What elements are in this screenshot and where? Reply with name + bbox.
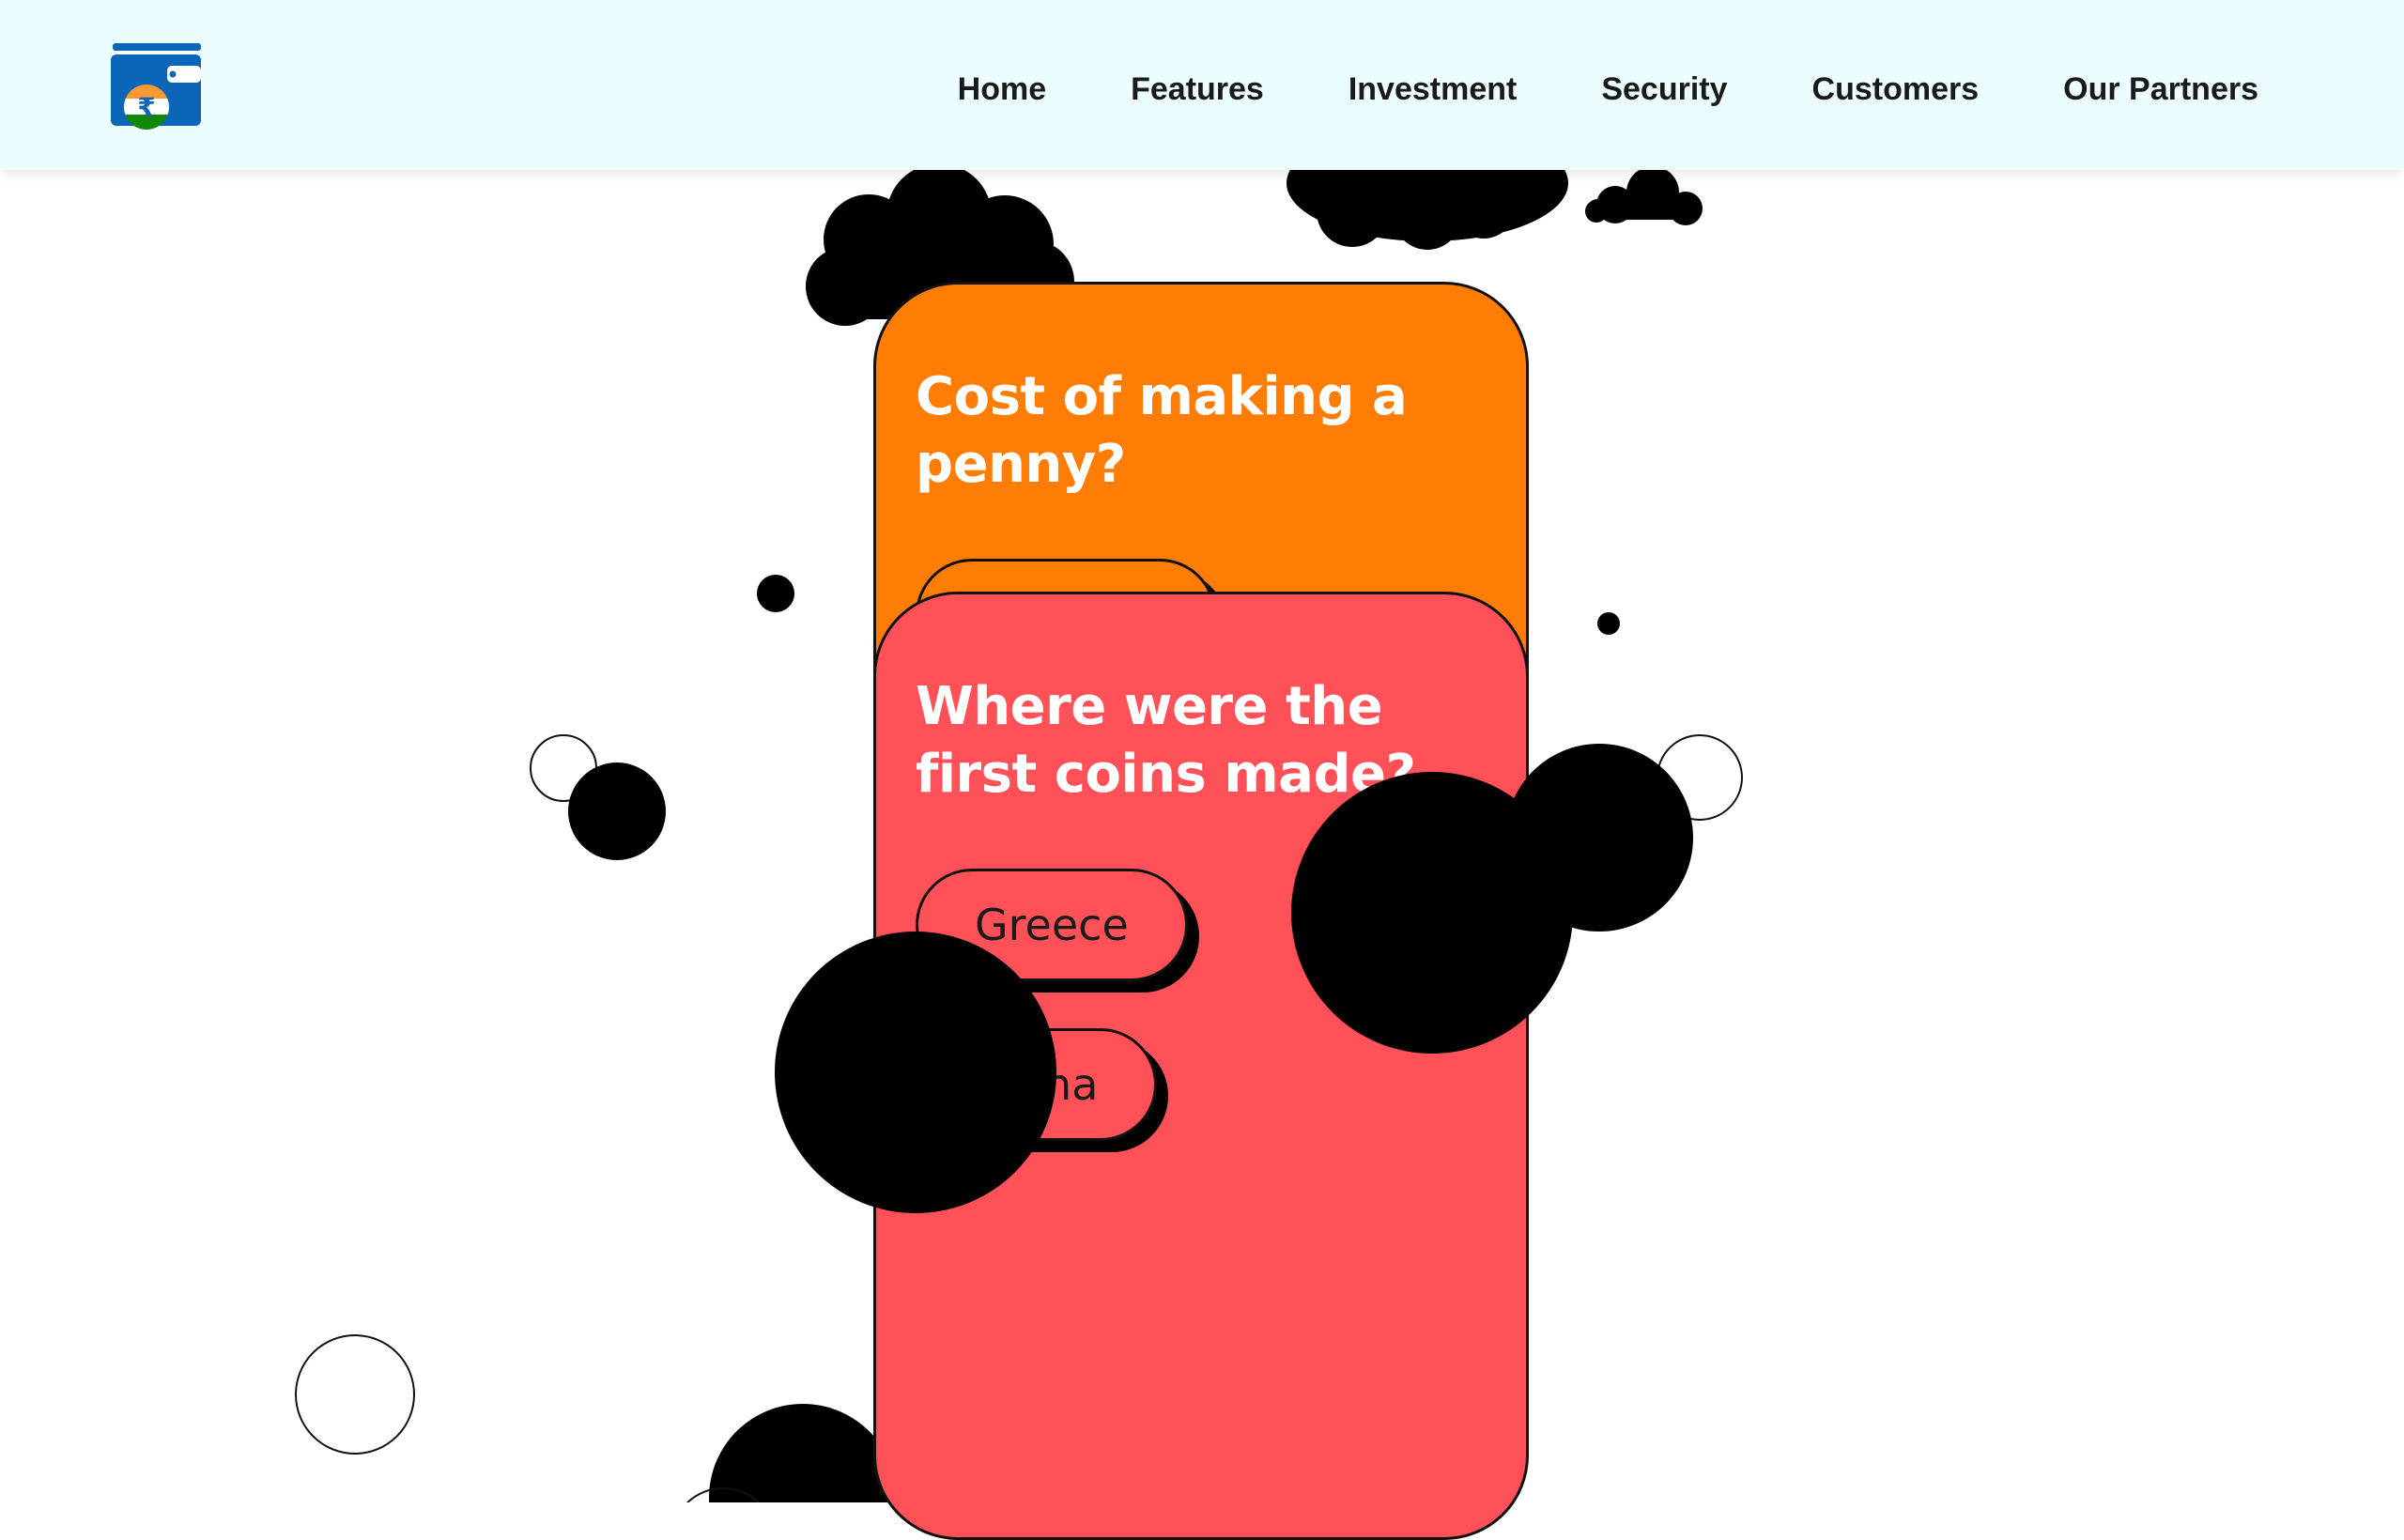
svg-text:₹: ₹ bbox=[137, 92, 155, 123]
nav-link-home[interactable]: Home bbox=[958, 71, 1046, 108]
nav-links: Home Features Investment Security Custom… bbox=[958, 71, 2258, 108]
rupee-wallet-icon[interactable]: ₹ bbox=[109, 41, 205, 137]
nav-link-security[interactable]: Security bbox=[1601, 71, 1727, 108]
dot-decoration bbox=[568, 762, 666, 860]
answer-option-wrapper: Greece bbox=[916, 869, 1199, 993]
nav-link-investment[interactable]: Investment bbox=[1348, 71, 1518, 108]
quiz-question: Cost of making a penny? bbox=[916, 366, 1408, 495]
answer-option-greece[interactable]: Greece bbox=[916, 869, 1188, 981]
dot-decoration bbox=[757, 575, 794, 612]
answer-option-wrapper: China bbox=[916, 1028, 1169, 1152]
quiz-card-first-coins: Where were the first coins made? Greece … bbox=[873, 592, 1529, 1540]
answer-option-china[interactable]: China bbox=[916, 1028, 1158, 1141]
cloud-shape bbox=[1585, 166, 1703, 225]
ring-decoration bbox=[1657, 734, 1743, 821]
nav-link-customers[interactable]: Customers bbox=[1812, 71, 1980, 108]
nav-link-features[interactable]: Features bbox=[1131, 71, 1264, 108]
navbar: ₹ Home Features Investment Security Cust… bbox=[0, 0, 2404, 170]
dot-decoration bbox=[709, 1404, 897, 1502]
ring-decoration bbox=[295, 1334, 415, 1455]
dot-decoration bbox=[1597, 612, 1620, 635]
quiz-question: Where were the first coins made? bbox=[916, 676, 1416, 805]
nav-link-our-partners[interactable]: Our Partners bbox=[2063, 71, 2258, 108]
